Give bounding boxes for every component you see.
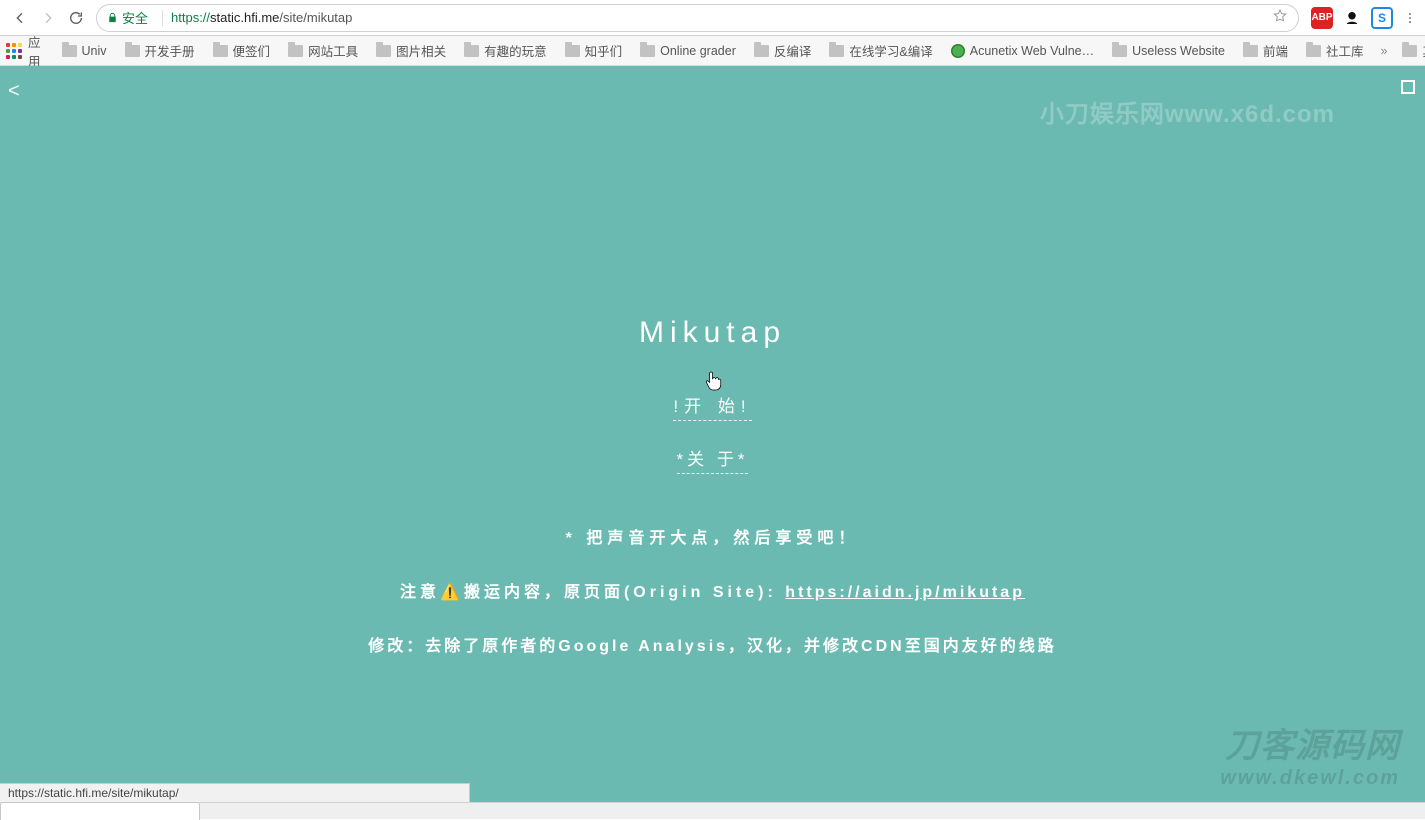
apps-icon[interactable] <box>6 43 22 59</box>
forward-button[interactable] <box>34 4 62 32</box>
folder-icon <box>1243 45 1258 57</box>
about-link[interactable]: *关 于* <box>677 445 749 474</box>
folder-icon <box>62 45 77 57</box>
secure-label: 安全 <box>122 8 148 27</box>
extension-octotree[interactable] <box>1341 7 1363 29</box>
lock-icon <box>107 12 118 23</box>
extension-abp[interactable]: ABP <box>1311 7 1333 29</box>
start-link[interactable]: !开 始! <box>673 392 751 421</box>
apps-label[interactable]: 应用 <box>28 32 41 70</box>
bookmark-online-learn[interactable]: 在线学习&编译 <box>822 38 939 63</box>
folder-icon <box>1306 45 1321 57</box>
address-separator <box>162 10 163 26</box>
extensions: ABP S <box>1311 7 1419 29</box>
folder-icon <box>1402 45 1417 57</box>
folder-icon <box>464 45 479 57</box>
bookmark-images[interactable]: 图片相关 <box>369 38 453 63</box>
bookmark-star-icon[interactable] <box>1272 8 1288 27</box>
fullscreen-icon[interactable] <box>1401 80 1415 94</box>
bookmark-acunetix[interactable]: Acunetix Web Vulne… <box>944 41 1101 61</box>
folder-icon <box>125 45 140 57</box>
os-tab[interactable] <box>0 802 200 820</box>
folder-icon <box>565 45 580 57</box>
bookmark-decompile[interactable]: 反编译 <box>747 38 819 63</box>
reload-icon <box>68 10 84 26</box>
origin-warning: 注意⚠️搬运内容，原页面(Origin Site): https://aidn.… <box>263 578 1163 602</box>
main-content: Mikutap !开 始! *关 于* * 把声音开大点，然后享受吧！ 注意⚠️… <box>263 316 1163 656</box>
head-icon <box>1343 9 1361 27</box>
bookmark-online-grader[interactable]: Online grader <box>633 41 743 61</box>
bookmark-site-tools[interactable]: 网站工具 <box>281 38 365 63</box>
warning-icon: ⚠️ <box>440 584 464 601</box>
kebab-icon <box>1403 11 1417 25</box>
page-title: Mikutap <box>263 316 1163 350</box>
address-bar[interactable]: 安全 https://static.hfi.me/site/mikutap <box>96 4 1299 32</box>
browser-toolbar: 安全 https://static.hfi.me/site/mikutap AB… <box>0 0 1425 36</box>
folder-icon <box>754 45 769 57</box>
bookmark-frontend[interactable]: 前端 <box>1236 38 1295 63</box>
bookmark-other-folder[interactable]: 其他书签 <box>1395 38 1425 63</box>
status-url: https://static.hfi.me/site/mikutap/ <box>8 786 179 800</box>
bookmark-zhihu[interactable]: 知乎们 <box>558 38 630 63</box>
reload-button[interactable] <box>62 4 90 32</box>
arrow-left-icon <box>12 10 28 26</box>
page-viewport: 小刀娱乐网www.x6d.com < Mikutap !开 始! *关 于* *… <box>0 66 1425 802</box>
hint-text: * 把声音开大点，然后享受吧！ <box>263 524 1163 548</box>
folder-icon <box>376 45 391 57</box>
watermark-top: 小刀娱乐网www.x6d.com <box>1040 94 1335 129</box>
back-button[interactable] <box>6 4 34 32</box>
status-bar: https://static.hfi.me/site/mikutap/ <box>0 783 470 802</box>
bookmarks-bar: 应用 Univ 开发手册 便签们 网站工具 图片相关 有趣的玩意 知乎们 Onl… <box>0 36 1425 66</box>
os-taskbar <box>0 802 1425 819</box>
extension-s[interactable]: S <box>1371 7 1393 29</box>
page-back-icon[interactable]: < <box>8 80 20 103</box>
site-icon <box>951 44 965 58</box>
folder-icon <box>288 45 303 57</box>
credit-text: 修改：去除了原作者的Google Analysis，汉化，并修改CDN至国内友好… <box>263 632 1163 656</box>
folder-icon <box>1112 45 1127 57</box>
folder-icon <box>213 45 228 57</box>
folder-icon <box>829 45 844 57</box>
folder-icon <box>640 45 655 57</box>
bookmark-univ[interactable]: Univ <box>55 41 114 61</box>
url-text: https://static.hfi.me/site/mikutap <box>171 10 352 25</box>
arrow-right-icon <box>40 10 56 26</box>
origin-link[interactable]: https://aidn.jp/mikutap <box>785 584 1025 601</box>
bookmark-notes[interactable]: 便签们 <box>206 38 278 63</box>
bookmark-useless-website[interactable]: Useless Website <box>1105 41 1232 61</box>
bookmark-shegongku[interactable]: 社工库 <box>1299 38 1371 63</box>
bookmark-dev-manual[interactable]: 开发手册 <box>118 38 202 63</box>
bookmark-overflow[interactable]: » <box>1381 44 1388 58</box>
bookmark-fun[interactable]: 有趣的玩意 <box>457 38 554 63</box>
watermark-bottom: 刀客源码网 www.dkewl.com <box>1220 718 1400 790</box>
browser-menu-button[interactable] <box>1401 11 1419 25</box>
